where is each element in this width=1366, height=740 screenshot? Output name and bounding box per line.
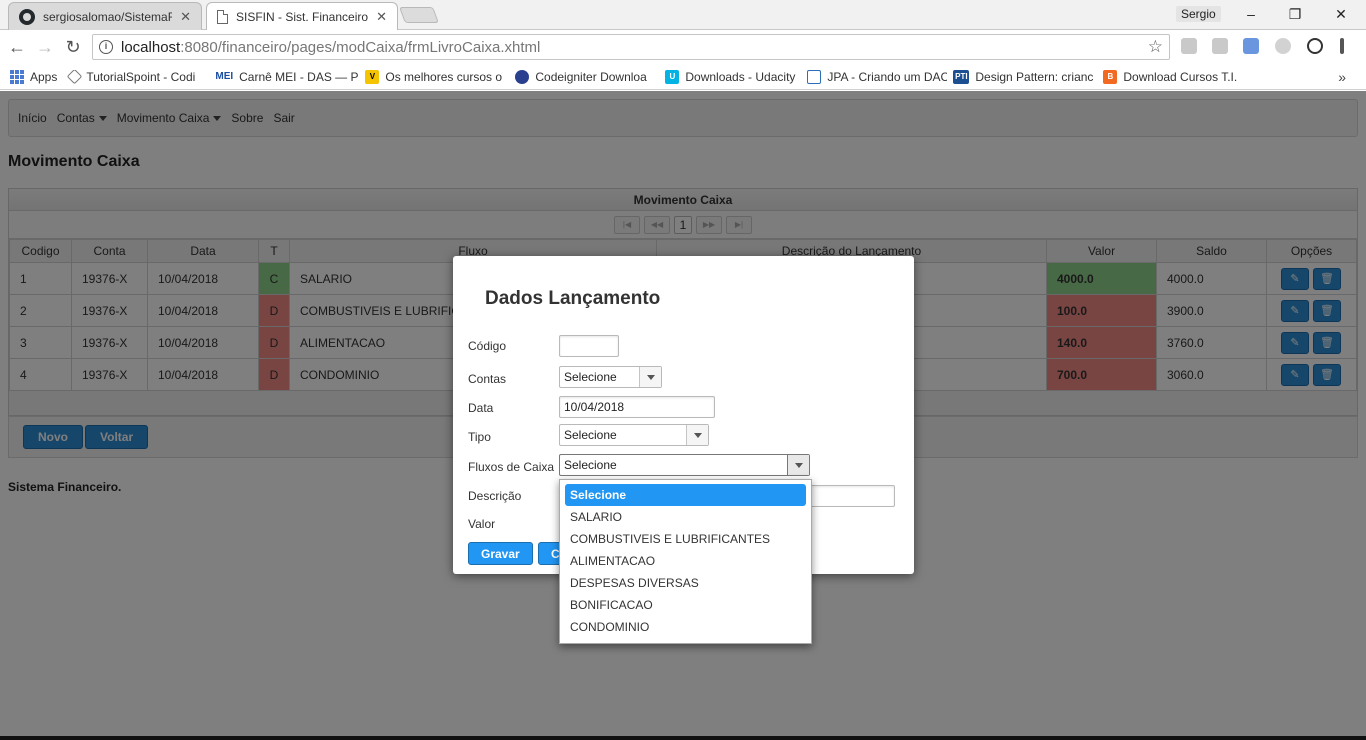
bookmark-label: Download Cursos T.I. [1123,69,1238,84]
dropdown-option[interactable]: DESPESAS DIVERSAS [565,572,806,594]
info-icon[interactable]: i [99,40,113,54]
tipo-select[interactable]: Selecione [559,424,709,446]
minimize-icon[interactable]: – [1240,4,1262,24]
play-icon[interactable] [1307,38,1323,54]
bookmark-label: Design Pattern: crianc [975,69,1094,84]
data-field[interactable]: 10/04/2018 [559,396,715,418]
chevron-down-icon[interactable] [686,425,708,445]
window-close-icon[interactable]: ✕ [1330,4,1352,24]
github-icon [19,8,35,25]
label-tipo: Tipo [468,430,491,444]
restore-icon[interactable]: ❐ [1284,4,1306,24]
url-host: localhost [121,38,181,56]
dropbox-icon[interactable] [1181,38,1197,54]
dropdown-option[interactable]: Selecione [565,484,806,506]
close-icon[interactable]: ✕ [376,9,387,25]
jpa-icon [807,69,822,84]
bookmark-apps[interactable]: Apps [0,69,63,84]
fluxos-select-value: Selecione [564,458,617,472]
bookmark-label: Apps [30,69,58,84]
dropdown-option[interactable]: CONDOMINIO [565,616,806,638]
pdf-icon[interactable] [1212,38,1228,54]
dropdown-option[interactable]: SALARIO [565,506,806,528]
bookmark-star-icon[interactable]: ☆ [1148,37,1163,57]
profile-name[interactable]: Sergio [1176,6,1221,22]
browser-tab-sisfin[interactable]: SISFIN - Sist. Financeiro ✕ [206,2,398,31]
address-bar[interactable]: i localhost:8080/financeiro/pages/modCai… [92,34,1170,60]
bookmark-codeigniter[interactable]: Codeigniter Downloa [509,69,659,84]
dropdown-option[interactable]: ALIMENTACAO [565,550,806,572]
label-codigo: Código [468,339,507,353]
reload-icon[interactable]: ↻ [62,36,84,58]
blogger-icon: B [1103,69,1118,84]
taskbar [0,736,1366,740]
new-tab-button[interactable] [399,7,439,23]
forward-icon[interactable]: → [34,36,56,58]
bookmark-label: JPA - Criando um DAC [827,69,948,84]
udacity-icon: U [665,69,680,84]
fluxos-dropdown-list: Selecione SALARIO COMBUSTIVEIS E LUBRIFI… [559,479,812,644]
bookmark-mei[interactable]: MEI Carnê MEI - DAS — P [209,70,359,84]
bookmark-label: Codeigniter Downloa [535,69,647,84]
bookmark-label: Downloads - Udacity [685,69,796,84]
tab-label: sergiosalomao/SistemaFi [43,9,173,24]
gravar-button[interactable]: Gravar [468,542,533,565]
codeigniter-icon [515,69,530,84]
fluxos-select[interactable]: Selecione [559,454,810,476]
bookmark-design-pattern[interactable]: PTI Design Pattern: crianc [947,69,1097,84]
descricao-field[interactable] [803,485,895,507]
menu-icon[interactable] [1340,38,1344,54]
url-path: :8080/financeiro/pages/modCaixa/frmLivro… [180,38,541,56]
omnibar: ← → ↻ i localhost:8080/financeiro/pages/… [0,30,1366,64]
dialog-title: Dados Lançamento [485,288,661,309]
page-icon [217,10,228,24]
label-valor: Valor [468,517,496,531]
bookmark-label: TutorialSpoint - Codi [86,69,196,84]
browser-tab-github[interactable]: sergiosalomao/SistemaFi ✕ [8,2,202,30]
contas-select-value: Selecione [564,370,617,384]
bookmark-label: Os melhores cursos o [385,69,503,84]
browser-tabstrip: sergiosalomao/SistemaFi ✕ SISFIN - Sist.… [0,0,1366,31]
close-icon[interactable]: ✕ [180,9,191,25]
codigo-field[interactable] [559,335,619,357]
dropdown-option[interactable]: COMBUSTIVEIS E LUBRIFICANTES [565,528,806,550]
contas-select[interactable]: Selecione [559,366,662,388]
label-descricao: Descrição [468,489,522,503]
bookmark-cursos[interactable]: V Os melhores cursos o [359,69,509,84]
label-data: Data [468,401,494,415]
label-fluxos: Fluxos de Caixa [468,460,555,474]
label-contas: Contas [468,372,507,386]
bookmark-udacity[interactable]: U Downloads - Udacity [659,69,801,84]
chevron-down-icon[interactable] [787,455,809,475]
apps-icon [10,69,24,84]
bookmark-tutorialspoint[interactable]: TutorialSpoint - Codi [63,69,209,84]
more-bookmarks-icon[interactable]: » [1338,69,1346,85]
dropdown-option[interactable]: BONIFICACAO [565,594,806,616]
translate-icon[interactable] [1243,38,1259,54]
cursos-icon: V [365,69,380,84]
bookmark-jpa[interactable]: JPA - Criando um DAC [801,69,948,84]
tab-label: SISFIN - Sist. Financeiro [236,10,369,24]
extension-icon[interactable] [1275,38,1291,54]
bookmarks-bar: Apps TutorialSpoint - Codi MEI Carnê MEI… [0,64,1366,90]
chevron-down-icon[interactable] [639,367,661,387]
mei-icon: MEI [215,70,234,82]
tipo-select-value: Selecione [564,428,617,442]
bookmark-download-cursos[interactable]: B Download Cursos T.I. [1097,69,1247,84]
back-icon[interactable]: ← [6,36,28,58]
tutorialspoint-icon [67,69,83,84]
bookmark-label: Carnê MEI - DAS — P [239,69,359,84]
pti-icon: PTI [953,69,970,84]
